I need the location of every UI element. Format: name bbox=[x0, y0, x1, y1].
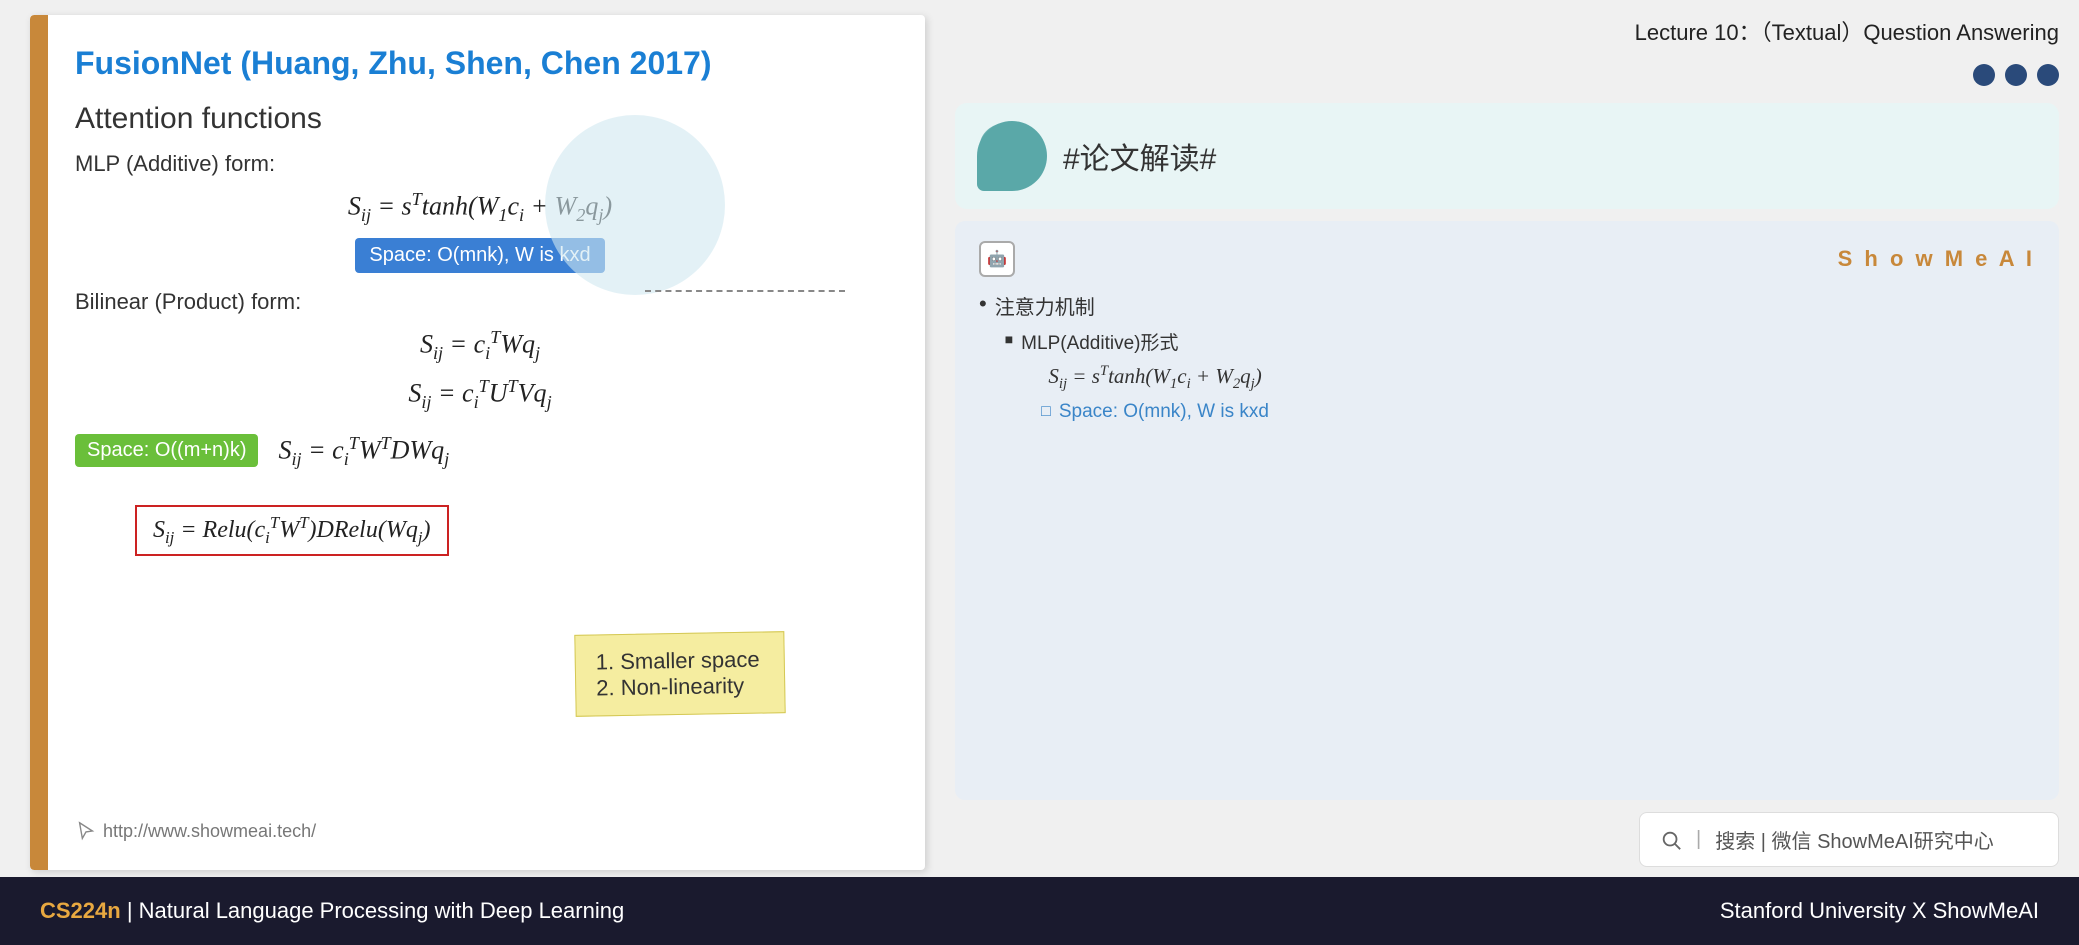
blue-circle-decoration bbox=[545, 115, 725, 295]
bilinear-f1: Sij = ciTWqj bbox=[75, 327, 885, 364]
wechat-card: #论文解读# bbox=[955, 103, 2059, 209]
slide-subtitle: Attention functions bbox=[75, 102, 885, 136]
annotation-item-1: 注意力机制 MLP(Additive)形式 Sij = sTtanh(W1ci … bbox=[979, 291, 2035, 431]
space-f3-row: Space: O((m+n)k) Sij = ciTWTDWqj bbox=[75, 425, 885, 478]
sub-item-mlp: MLP(Additive)形式 Sij = sTtanh(W1ci + W2qj… bbox=[1005, 328, 1269, 423]
search-icon bbox=[1660, 829, 1682, 851]
slide-content: FusionNet (Huang, Zhu, Shen, Chen 2017) … bbox=[30, 15, 925, 870]
footer-left: CS224n | Natural Language Processing wit… bbox=[40, 898, 624, 924]
dashed-connector bbox=[645, 290, 845, 292]
mlp-space-row: Space: O(mnk), W is kxd bbox=[75, 238, 885, 273]
bilinear-section: Bilinear (Product) form: Sij = ciTWqj Si… bbox=[75, 289, 885, 478]
nav-dot-2[interactable] bbox=[2005, 64, 2027, 86]
slide-title: FusionNet (Huang, Zhu, Shen, Chen 2017) bbox=[75, 45, 885, 82]
annotation-header: 🤖 S h o w M e A I bbox=[979, 241, 2035, 277]
search-text: 搜索 | 微信 ShowMeAI研究中心 bbox=[1715, 825, 1994, 854]
note-line1: 1. Smaller space bbox=[596, 647, 764, 676]
annotation-box: 🤖 S h o w M e A I 注意力机制 ML bbox=[955, 221, 2059, 800]
annotation-list: 注意力机制 MLP(Additive)形式 Sij = sTtanh(W1ci … bbox=[979, 291, 2035, 431]
attention-label: 注意力机制 bbox=[995, 297, 1095, 319]
footer-course-name: | Natural Language Processing with Deep … bbox=[121, 898, 624, 923]
showmeai-brand: S h o w M e A I bbox=[1838, 246, 2035, 272]
main-container: FusionNet (Huang, Zhu, Shen, Chen 2017) … bbox=[0, 0, 2079, 945]
url-line: http://www.showmeai.tech/ bbox=[75, 820, 316, 842]
bilinear-space-badge: Space: O((m+n)k) bbox=[75, 434, 258, 467]
cursor-icon bbox=[75, 820, 97, 842]
url-text: http://www.showmeai.tech/ bbox=[103, 821, 316, 842]
bilinear-f1-block: Sij = ciTWqj bbox=[75, 327, 885, 364]
bottom-formula-area: Sij = Relu(ciTWT)DRelu(Wqj) bbox=[135, 497, 885, 556]
dots-navigation bbox=[955, 64, 2059, 86]
nav-dot-1[interactable] bbox=[1973, 64, 1995, 86]
sub-mlp-label: MLP(Additive)形式 bbox=[1021, 333, 1178, 354]
ai-icon: 🤖 bbox=[979, 241, 1015, 277]
annotation-space: Space: O(mnk), W is kxd bbox=[1021, 401, 1269, 423]
footer: CS224n | Natural Language Processing wit… bbox=[0, 877, 2079, 945]
note-line2: 2. Non-linearity bbox=[596, 673, 764, 702]
search-bar[interactable]: | 搜索 | 微信 ShowMeAI研究中心 bbox=[1639, 812, 2059, 867]
bottom-formula-box: Sij = Relu(ciTWT)DRelu(Wqj) bbox=[135, 505, 449, 556]
bilinear-label: Bilinear (Product) form: bbox=[75, 289, 885, 315]
footer-right: Stanford University X ShowMeAI bbox=[1720, 898, 2039, 924]
wechat-logo-icon bbox=[977, 121, 1037, 181]
slide-panel: FusionNet (Huang, Zhu, Shen, Chen 2017) … bbox=[30, 15, 925, 870]
sub-list: MLP(Additive)形式 Sij = sTtanh(W1ci + W2qj… bbox=[1005, 328, 1269, 423]
lecture-title: Lecture 10：（Textual）Question Answering bbox=[955, 10, 2059, 52]
annotation-formula: Sij = sTtanh(W1ci + W2qj) bbox=[1021, 363, 1269, 393]
wechat-icon bbox=[977, 121, 1047, 191]
mlp-formula-block: Sij = sTtanh(W1ci + W2qj) bbox=[75, 189, 885, 226]
mlp-label: MLP (Additive) form: bbox=[75, 151, 885, 177]
right-panel: Lecture 10：（Textual）Question Answering #… bbox=[945, 0, 2079, 877]
mlp-formula: Sij = sTtanh(W1ci + W2qj) bbox=[75, 189, 885, 226]
bilinear-f2: Sij = ciTUTVqj bbox=[75, 376, 885, 413]
nav-dot-3[interactable] bbox=[2037, 64, 2059, 86]
search-divider: | bbox=[1696, 828, 1701, 851]
bottom-formula: Sij = Relu(ciTWT)DRelu(Wqj) bbox=[153, 517, 431, 543]
content-area: FusionNet (Huang, Zhu, Shen, Chen 2017) … bbox=[0, 0, 2079, 877]
bilinear-f2-block: Sij = ciTUTVqj bbox=[75, 376, 885, 413]
footer-cs-label: CS224n bbox=[40, 898, 121, 923]
bilinear-f3: Sij = ciTWTDWqj bbox=[278, 433, 449, 470]
yellow-note: 1. Smaller space 2. Non-linearity bbox=[574, 631, 785, 717]
wechat-tag: #论文解读# bbox=[1063, 134, 1216, 178]
